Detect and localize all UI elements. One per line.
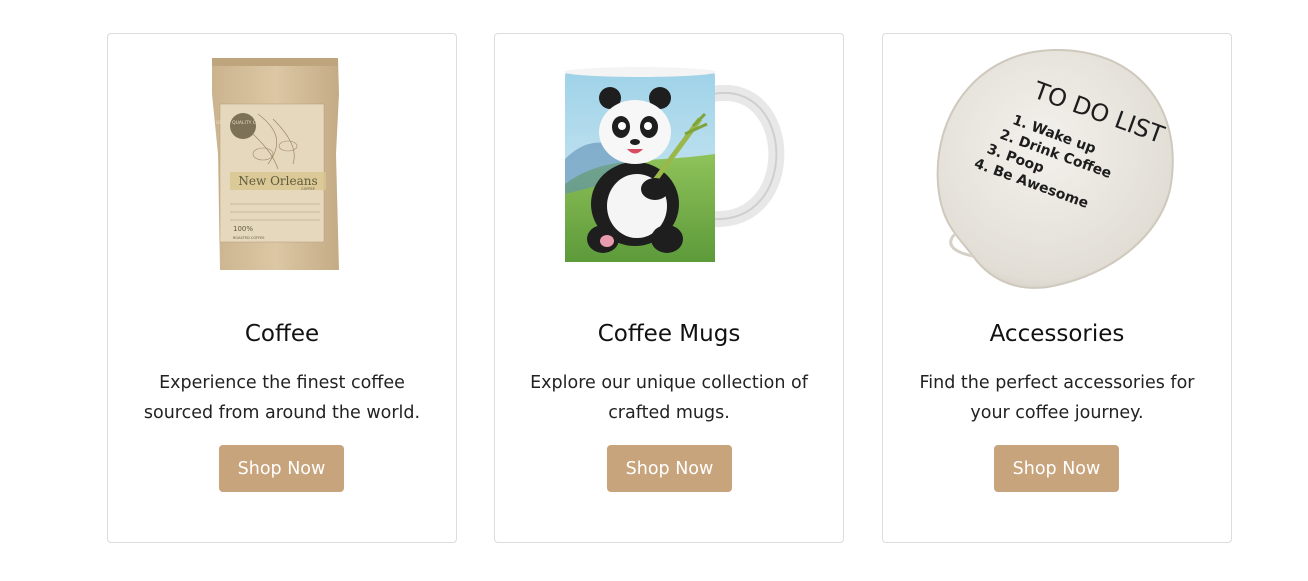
percent-text: 100%: [233, 225, 253, 233]
card-coffee: GREAT QUALITY COFFEE New Orleans COFFEE …: [107, 33, 457, 543]
coffee-bag-image: GREAT QUALITY COFFEE New Orleans COFFEE …: [108, 34, 456, 304]
brand-text: New Orleans: [238, 174, 317, 188]
product-cards: GREAT QUALITY COFFEE New Orleans COFFEE …: [0, 0, 1308, 581]
card-accessories: TO DO LIST 1. Wake up 2. Drink Coffee 3.…: [882, 33, 1232, 543]
badge-text: GREAT QUALITY COFFEE: [216, 120, 271, 126]
shop-now-button[interactable]: Shop Now: [219, 445, 344, 492]
card-description: Explore our unique collection of crafted…: [530, 373, 808, 423]
brand-sub-text: COFFEE: [301, 187, 315, 191]
card-title: Coffee: [244, 321, 320, 347]
shop-now-button[interactable]: Shop Now: [607, 445, 732, 492]
card-title: Coffee Mugs: [597, 321, 741, 347]
spoon-rest-image: TO DO LIST 1. Wake up 2. Drink Coffee 3.…: [883, 34, 1231, 304]
shop-now-button[interactable]: Shop Now: [994, 445, 1119, 492]
card-description: Experience the finest coffee sourced fro…: [143, 373, 421, 423]
panda-mug-image: [495, 34, 843, 304]
card-title: Accessories: [989, 321, 1125, 347]
card-coffee-mugs: Coffee Mugs Explore our unique collectio…: [494, 33, 844, 543]
card-description: Find the perfect accessories for your co…: [919, 373, 1195, 423]
percent-sub-text: ROASTED COFFEE: [233, 236, 265, 240]
